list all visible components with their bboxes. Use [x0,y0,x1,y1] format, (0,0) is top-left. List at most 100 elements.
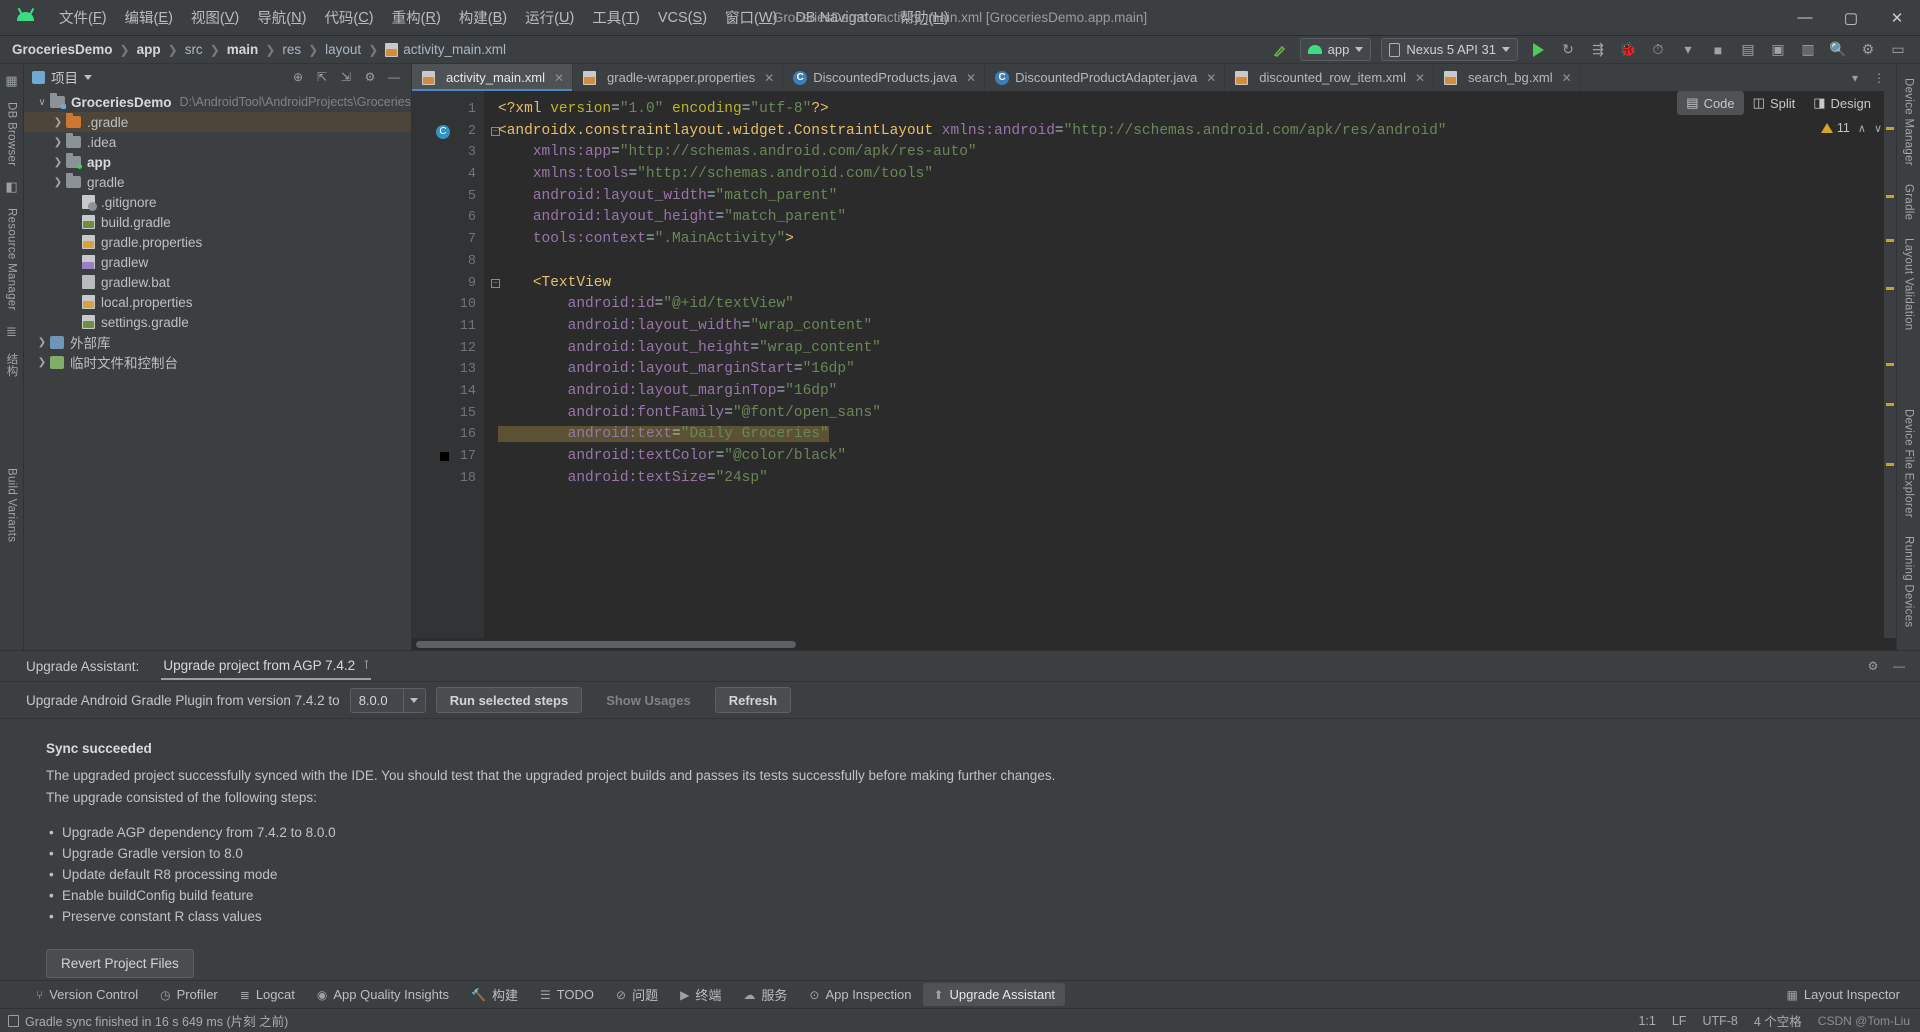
stop-icon[interactable]: ■ [1704,38,1732,62]
tree-row[interactable]: gradlew [24,252,411,272]
menu-item-6[interactable]: 构建(B) [450,0,516,35]
target-version-select[interactable]: 8.0.0 [349,687,426,713]
tool-window-tab-6[interactable]: ⊘ 问题 [606,981,668,1008]
editor-tab-0[interactable]: activity_main.xml ✕ [412,64,574,91]
layout-toggle-icon[interactable]: ▭ [1884,38,1912,62]
editor-tab-5[interactable]: search_bg.xml ✕ [1434,64,1581,91]
tree-row[interactable]: ∨ GroceriesDemo D:\AndroidTool\AndroidProj… [24,92,411,112]
right-rail-item-layout-validation[interactable]: Layout Validation [1900,230,1918,338]
expand-arrow-icon[interactable]: ∨ [34,97,50,108]
left-rail-item-resource-manager[interactable]: Resource Manager [3,200,21,319]
right-rail-item-running-devices[interactable]: Running Devices [1900,528,1918,635]
menu-item-4[interactable]: 代码(C) [315,0,382,35]
warning-count-badge[interactable]: 11 [1820,121,1850,135]
run-icon[interactable] [1524,38,1552,62]
tree-row[interactable]: ❯ 临时文件和控制台 [24,352,411,372]
editor-tab-2[interactable]: C DiscountedProducts.java ✕ [783,64,986,91]
scrollbar-thumb[interactable] [416,641,796,648]
tree-row[interactable]: ❯ .gradle [24,112,411,132]
project-tree[interactable]: ∨ GroceriesDemo D:\AndroidTool\AndroidProj… [24,90,411,650]
color-swatch-icon[interactable] [440,452,449,461]
tree-row[interactable]: ❯ app [24,152,411,172]
avd-icon[interactable]: ▥ [1794,38,1822,62]
tool-window-tab-5[interactable]: ☰ TODO [530,983,604,1006]
left-rail-item-structure[interactable]: 结构 [1,345,23,385]
settings-icon[interactable]: ⚙ [359,66,381,88]
device-manager-toolbar-icon[interactable]: ▤ [1734,38,1762,62]
minimize-icon[interactable]: — [1888,655,1910,677]
breadcrumb-item-2[interactable]: src [185,42,203,57]
revert-project-files-button[interactable]: Revert Project Files [46,949,194,978]
breadcrumb[interactable]: GroceriesDemo ❯ app ❯ src ❯ main ❯ res ❯ layout ❯ ac… [12,42,506,57]
close-icon[interactable]: ✕ [966,71,976,85]
expand-arrow-icon[interactable]: ❯ [34,357,50,368]
tree-row[interactable]: gradle.properties [24,232,411,252]
tool-window-tab-3[interactable]: ◉ App Quality Insights [307,983,459,1006]
tree-row[interactable]: settings.gradle [24,312,411,332]
editor-tab-bar[interactable]: activity_main.xml ✕ gradle-wrapper.propert… [412,64,1896,91]
device-selector[interactable]: Nexus 5 API 31 [1381,38,1518,61]
inspection-widget[interactable]: 11 ∧ ∨ [1820,121,1882,135]
run-configuration-selector[interactable]: app [1299,38,1372,61]
more-tabs-icon[interactable]: ⋮ [1868,67,1890,89]
tree-row[interactable]: .gitignore [24,192,411,212]
editor-view-mode-tabs[interactable]: ▤ Code ◫ Split ◨ Design [1677,91,1880,115]
tree-row[interactable]: ❯ gradle [24,172,411,192]
maximize-button[interactable]: ▢ [1828,0,1874,35]
pin-icon[interactable]: ⊺ [363,658,369,672]
close-icon[interactable]: ✕ [554,71,564,85]
editor-tab-4[interactable]: discounted_row_item.xml ✕ [1225,64,1435,91]
caret-position[interactable]: 1:1 [1638,1014,1655,1028]
menu-item-8[interactable]: 工具(T) [583,0,649,35]
tool-window-tab-7[interactable]: ▶ 终端 [670,981,731,1008]
menu-item-10[interactable]: 窗口(W) [716,0,786,35]
chevron-down-icon[interactable]: ∨ [1874,122,1882,135]
gear-icon[interactable]: ⚙ [1862,655,1884,677]
tool-window-tab-bar[interactable]: ⑂ Version Control ◷ Profiler ≣ Logcat ◉ App Qua… [0,980,1920,1008]
close-icon[interactable]: ✕ [1415,71,1425,85]
menu-item-2[interactable]: 视图(V) [182,0,248,35]
chevron-up-icon[interactable]: ∧ [1858,122,1866,135]
close-icon[interactable]: ✕ [1562,71,1572,85]
tab-design[interactable]: ◨ Design [1804,91,1880,115]
more-run-icon[interactable]: ▾ [1674,38,1702,62]
run-selected-steps-button[interactable]: Run selected steps [435,687,583,713]
tool-window-tab-8[interactable]: ☁ 服务 [733,981,797,1008]
settings-icon[interactable]: ⚙ [1854,38,1882,62]
build-hammer-icon[interactable] [1266,38,1294,62]
menu-item-7[interactable]: 运行(U) [516,0,583,35]
hide-icon[interactable]: — [383,66,405,88]
tool-window-tab-4[interactable]: 🔨 构建 [461,981,528,1008]
menu-item-0[interactable]: 文件(F) [50,0,116,35]
layout-inspector-tab[interactable]: ▦ Layout Inspector [1777,983,1910,1006]
debug-icon[interactable]: 🐞 [1614,38,1642,62]
main-menu[interactable]: 文件(F) 编辑(E) 视图(V) 导航(N) 代码(C) 重构(R) 构建(B) 运行(U)… [50,0,958,35]
minimize-button[interactable]: — [1782,0,1828,35]
close-button[interactable]: ✕ [1874,0,1920,35]
left-rail-item-build-variants[interactable]: Build Variants [3,460,21,550]
tab-split[interactable]: ◫ Split [1744,91,1805,115]
show-usages-button[interactable]: Show Usages [592,687,705,713]
menu-item-5[interactable]: 重构(R) [383,0,450,35]
breadcrumb-item-6[interactable]: activity_main.xml [385,42,506,57]
indent-setting[interactable]: 4 个空格 [1754,1011,1802,1030]
menu-item-1[interactable]: 编辑(E) [116,0,182,35]
menu-item-3[interactable]: 导航(N) [248,0,315,35]
tool-window-tab-0[interactable]: ⑂ Version Control [26,983,148,1006]
structure-icon[interactable]: ≣ [2,321,22,343]
breadcrumb-item-1[interactable]: app [137,42,161,57]
expand-arrow-icon[interactable]: ❯ [34,337,50,348]
tool-window-tab-2[interactable]: ≣ Logcat [230,983,305,1006]
breadcrumb-item-4[interactable]: res [282,42,301,57]
expand-arrow-icon[interactable]: ❯ [50,157,66,168]
search-icon[interactable]: 🔍 [1824,38,1852,62]
editor-horizontal-scrollbar[interactable] [412,638,1896,650]
tree-row[interactable]: gradlew.bat [24,272,411,292]
left-rail-item-db-browser[interactable]: DB Browser [3,94,21,174]
expand-all-icon[interactable]: ⇱ [311,66,333,88]
right-rail-item-device-manager[interactable]: Device Manager [1900,70,1918,174]
file-encoding[interactable]: UTF-8 [1702,1014,1737,1028]
collapse-all-icon[interactable]: ⇲ [335,66,357,88]
right-rail-item-device-file-explorer[interactable]: Device File Explorer [1900,401,1918,526]
close-icon[interactable]: ✕ [1206,71,1216,85]
